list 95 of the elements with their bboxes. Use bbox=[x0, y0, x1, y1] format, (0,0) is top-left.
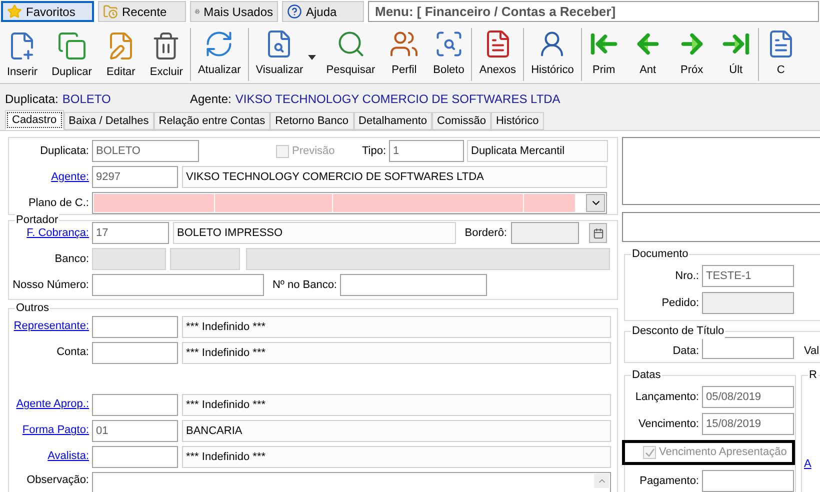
memo-box[interactable] bbox=[622, 212, 820, 242]
menu-tab[interactable]: Ajuda bbox=[282, 1, 364, 22]
tab[interactable]: Comissão bbox=[432, 112, 491, 130]
field-label: Pagamento: bbox=[640, 474, 699, 487]
input-field[interactable]: TESTE-1 bbox=[702, 264, 794, 287]
toolbar-button[interactable]: Duplicar bbox=[44, 26, 99, 83]
field-label: Duplicata: bbox=[40, 144, 89, 157]
toolbar-button[interactable]: Atualizar bbox=[190, 28, 248, 81]
toolbar-button[interactable]: Anexos bbox=[472, 28, 524, 81]
input-field[interactable] bbox=[702, 337, 794, 360]
view-button[interactable] bbox=[589, 223, 607, 243]
input-field[interactable]: BANCARIA bbox=[182, 420, 611, 442]
input-field[interactable] bbox=[246, 248, 610, 270]
info-label: Duplicata: bbox=[5, 90, 58, 108]
copy-icon bbox=[56, 30, 87, 60]
field-label: Plano de C.: bbox=[28, 196, 89, 209]
toolbar-button[interactable]: Excluir bbox=[142, 26, 190, 83]
field-link[interactable]: A bbox=[804, 456, 820, 472]
toolbar-button[interactable]: Pesquisar bbox=[319, 28, 382, 81]
field-link[interactable]: Agente Aprop.: bbox=[16, 398, 89, 410]
input-field[interactable] bbox=[92, 342, 178, 364]
toolbar-button[interactable]: Perfil bbox=[382, 28, 426, 81]
toolbar-button[interactable]: Boleto bbox=[426, 28, 472, 81]
tab[interactable]: Cadastro bbox=[5, 110, 64, 130]
menu-tab[interactable]: Mais Usados bbox=[190, 1, 278, 22]
folder-clock-icon bbox=[103, 4, 118, 19]
input-field[interactable]: *** Indefinido *** bbox=[182, 394, 611, 416]
input-field[interactable] bbox=[702, 470, 794, 492]
toolbar-button[interactable]: Editar bbox=[98, 26, 143, 83]
input-field[interactable]: *** Indefinido *** bbox=[182, 316, 611, 338]
field-link[interactable]: Forma Pagto: bbox=[22, 424, 89, 436]
toolbar-button[interactable]: Histórico bbox=[524, 28, 581, 81]
input-field[interactable]: 15/08/2019 bbox=[702, 413, 794, 436]
toolbar-button[interactable]: Últ bbox=[714, 28, 758, 81]
info-value: VIKSO TECHNOLOGY COMERCIO DE SOFTWARES LTDA bbox=[235, 90, 560, 108]
field-label: Observação: bbox=[26, 474, 89, 486]
menu-tab[interactable]: Favoritos bbox=[1, 1, 94, 22]
input-field[interactable]: *** Indefinido *** bbox=[182, 446, 611, 468]
checkbox-label: Vencimento Apresentação bbox=[659, 445, 787, 460]
field-link[interactable]: Agente: bbox=[51, 170, 89, 183]
input-field[interactable]: 05/08/2019 bbox=[702, 386, 794, 408]
input-field[interactable] bbox=[92, 394, 178, 416]
menu-tab[interactable]: Recente bbox=[98, 1, 186, 22]
field-label: Pedido: bbox=[662, 296, 699, 309]
toolbar-button[interactable]: Próx bbox=[670, 28, 714, 81]
input-field[interactable]: BOLETO IMPRESSO bbox=[173, 222, 456, 244]
input-field[interactable]: BOLETO bbox=[92, 140, 199, 162]
input-field[interactable] bbox=[92, 316, 178, 338]
group-title: Desconto de Título bbox=[631, 322, 726, 339]
star-icon bbox=[7, 4, 22, 19]
info-value: BOLETO bbox=[62, 90, 111, 108]
field-link[interactable]: Representante: bbox=[14, 320, 89, 332]
calendar-icon bbox=[592, 228, 604, 238]
memo-box[interactable] bbox=[622, 137, 820, 205]
input-field[interactable]: Duplicata Mercantil bbox=[467, 140, 608, 162]
field-label: Nro.: bbox=[675, 270, 699, 282]
caret-icon bbox=[308, 55, 316, 60]
field-label: Data: bbox=[672, 344, 699, 357]
toolbar-button[interactable]: Ant bbox=[626, 28, 670, 81]
field-label: Tipo: bbox=[362, 144, 388, 159]
field-label: Borderô: bbox=[464, 226, 508, 241]
toolbar-button[interactable]: Visualizar bbox=[248, 28, 320, 81]
field-label: Banco: bbox=[54, 252, 89, 265]
toolbar-button[interactable]: Inserir bbox=[0, 26, 45, 83]
field-link[interactable]: F. Cobrança: bbox=[26, 226, 89, 239]
dropdown-field[interactable] bbox=[92, 192, 607, 214]
toolbar-button[interactable]: Prim bbox=[582, 28, 626, 81]
info-label: Agente: bbox=[190, 90, 232, 108]
input-field[interactable] bbox=[170, 248, 240, 270]
tab[interactable]: Baixa / Detalhes bbox=[64, 112, 154, 130]
tab[interactable]: Relação entre Contas bbox=[154, 112, 270, 130]
field-label: Vencimento: bbox=[638, 418, 699, 430]
checkbox-label: Previsão bbox=[292, 144, 336, 159]
input-field[interactable]: *** Indefinido *** bbox=[182, 342, 611, 364]
tab[interactable]: Histórico bbox=[490, 112, 544, 130]
input-field[interactable] bbox=[92, 446, 178, 468]
input-field[interactable]: VIKSO TECHNOLOGY COMERCIO DE SOFTWARES LTDA bbox=[182, 166, 607, 188]
input-field[interactable]: 1 bbox=[389, 140, 464, 162]
menu-path-field: Menu: [ Financeiro / Contas a Receber] bbox=[368, 1, 819, 22]
input-field[interactable]: 01 bbox=[92, 420, 178, 442]
field-label: Val bbox=[804, 344, 820, 359]
toolbar-button[interactable]: C bbox=[758, 28, 803, 81]
input-field[interactable]: 17 bbox=[92, 222, 169, 244]
field-link[interactable]: Avalista: bbox=[48, 450, 89, 462]
input-field[interactable] bbox=[340, 274, 487, 296]
tab[interactable]: Detalhamento bbox=[354, 112, 432, 130]
input-field[interactable]: 9297 bbox=[92, 166, 178, 188]
check-icon bbox=[644, 448, 654, 458]
tab[interactable]: Retorno Banco bbox=[270, 112, 354, 130]
help-icon bbox=[287, 4, 302, 19]
field-label: Lançamento: bbox=[635, 390, 699, 403]
field-label: Nº no Banco: bbox=[271, 278, 338, 293]
field-label: Nosso Número: bbox=[12, 278, 89, 291]
field-label: Conta: bbox=[56, 346, 89, 358]
input-field[interactable] bbox=[92, 274, 264, 296]
